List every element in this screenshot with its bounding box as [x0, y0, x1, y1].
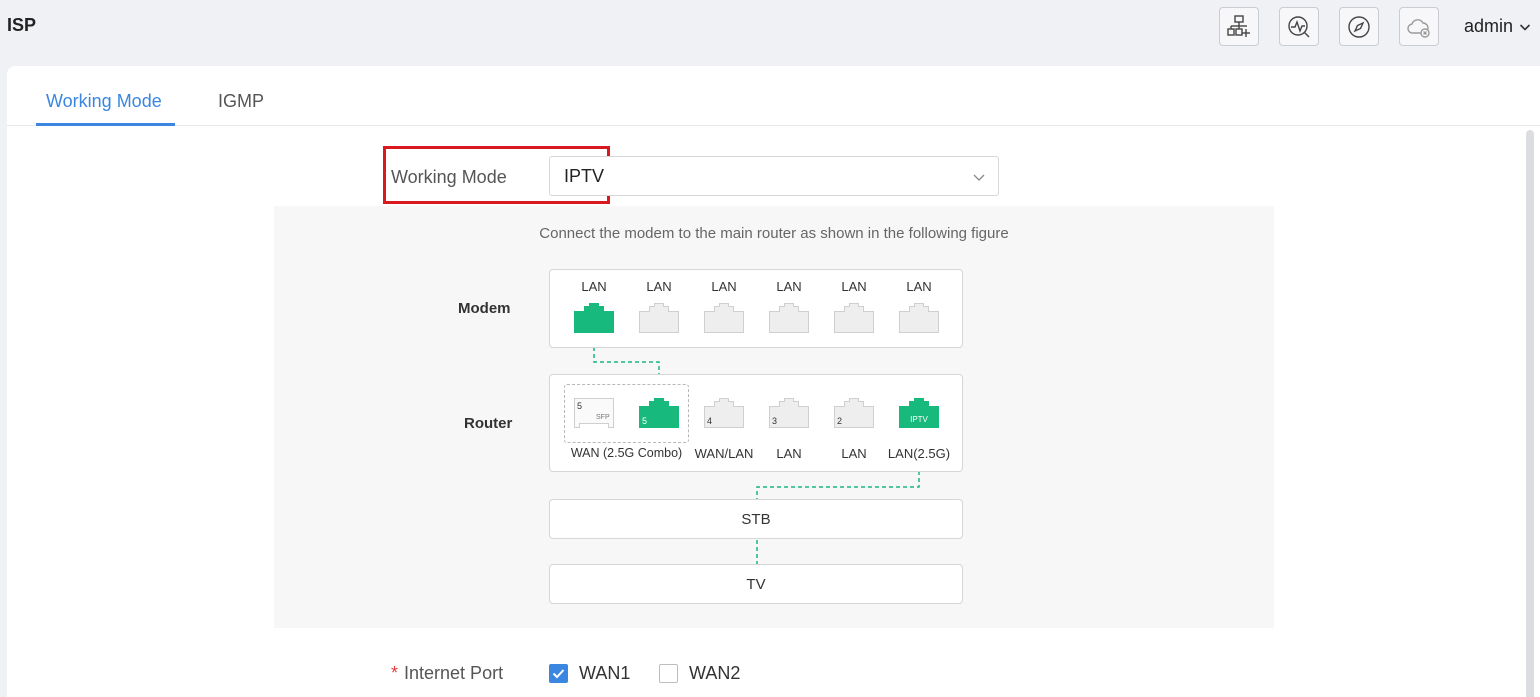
- stb-label: STB: [741, 511, 771, 528]
- ethernet-port-icon: [834, 303, 874, 333]
- router-port-number: 4: [707, 416, 713, 426]
- router-port-label: WAN/LAN: [694, 446, 754, 461]
- stb-box: STB: [549, 499, 963, 539]
- router-port-label: LAN(2.5G): [887, 446, 951, 461]
- modem-port-label: LAN: [841, 279, 867, 294]
- router-port-label: LAN: [841, 446, 867, 461]
- connection-diagram: Connect the modem to the main router as …: [274, 206, 1274, 628]
- tv-label: TV: [746, 576, 766, 593]
- main-card: Working Mode IGMP Working Mode IPTV Conn…: [7, 66, 1540, 697]
- working-mode-label: Working Mode: [391, 167, 507, 187]
- ethernet-port-icon: [769, 303, 809, 333]
- diagram-caption: Connect the modem to the main router as …: [539, 225, 1009, 242]
- wan2-label[interactable]: WAN2: [689, 663, 740, 684]
- network-topology-icon: [1227, 14, 1250, 37]
- router-port-label: LAN: [776, 446, 802, 461]
- router-port-label: WAN (2.5G Combo): [570, 446, 683, 460]
- tab-bar: Working Mode IGMP: [7, 66, 1540, 126]
- internet-port-label: * Internet Port: [391, 663, 503, 684]
- checkmark-icon: [552, 669, 565, 679]
- ethernet-port-icon: [704, 303, 744, 333]
- cloud-disconnected-icon: [1407, 18, 1430, 38]
- modem-port-label: LAN: [906, 279, 932, 294]
- top-bar: ISP admin: [0, 0, 1540, 56]
- active-tab-indicator: [36, 123, 175, 126]
- user-menu[interactable]: admin: [1464, 16, 1531, 37]
- iptv-port-tag: IPTV: [910, 415, 928, 424]
- required-mark: *: [391, 663, 399, 683]
- chevron-down-icon: [1519, 23, 1531, 31]
- wan1-label[interactable]: WAN1: [579, 663, 630, 684]
- network-topology-button[interactable]: [1219, 7, 1259, 46]
- diagnostics-button[interactable]: [1279, 7, 1319, 46]
- user-name: admin: [1464, 16, 1514, 36]
- tab-igmp[interactable]: IGMP: [218, 91, 264, 112]
- router-box: 5 SFP 5 4 3 2 IPTV WAN (2.5G Combo) WAN/…: [549, 374, 963, 472]
- diagnostics-icon: [1288, 15, 1310, 37]
- modem-box: LAN LAN LAN LAN LAN LAN: [549, 269, 963, 348]
- page-title: ISP: [7, 15, 37, 35]
- cloud-status-button[interactable]: [1399, 7, 1439, 46]
- tab-working-mode[interactable]: Working Mode: [46, 91, 162, 112]
- scrollbar[interactable]: [1526, 130, 1534, 697]
- tv-box: TV: [549, 564, 963, 604]
- compass-button[interactable]: [1339, 7, 1379, 46]
- chevron-down-icon: [973, 174, 985, 181]
- modem-port-label: LAN: [776, 279, 802, 294]
- modem-label: Modem: [458, 300, 511, 317]
- modem-port-label: LAN: [711, 279, 737, 294]
- modem-port-label: LAN: [646, 279, 672, 294]
- ethernet-port-icon: [639, 303, 679, 333]
- wan2-checkbox[interactable]: [659, 664, 678, 683]
- compass-icon: [1348, 15, 1370, 38]
- modem-port-label: LAN: [581, 279, 607, 294]
- router-port-number: 2: [837, 416, 843, 426]
- router-port-number: 3: [772, 416, 778, 426]
- working-mode-value: IPTV: [564, 166, 605, 186]
- router-to-stb-wire: [756, 471, 920, 500]
- sfp-port-tag: SFP: [596, 414, 610, 421]
- ethernet-port-icon: [574, 303, 614, 333]
- ethernet-port-icon: [899, 303, 939, 333]
- sfp-port-number: 5: [577, 401, 583, 411]
- router-label: Router: [464, 415, 513, 432]
- wan1-checkbox[interactable]: [549, 664, 568, 683]
- router-port-number: 5: [642, 416, 648, 426]
- working-mode-select[interactable]: IPTV: [549, 156, 999, 196]
- internet-port-label-text: Internet Port: [404, 663, 504, 683]
